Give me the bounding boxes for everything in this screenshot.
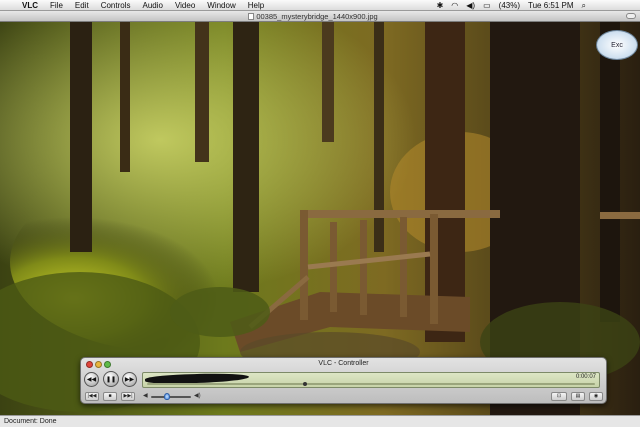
menu-audio[interactable]: Audio [136, 0, 168, 11]
stop-icon: ■ [108, 393, 112, 399]
pause-button[interactable]: ❚❚ [103, 371, 119, 387]
menubar-extras: ✱ ◠ ◀) ▭ (43%) Tue 6:51 PM ⌕ [433, 0, 640, 11]
fast-forward-button[interactable]: ▶▶ [122, 372, 137, 387]
volume-knob[interactable] [164, 393, 170, 400]
menu-vlc[interactable]: VLC [16, 0, 44, 11]
window-title: 00385_mysterybridge_1440x900.jpg [0, 11, 626, 22]
fullscreen-icon: ⊡ [556, 393, 562, 399]
bluetooth-icon[interactable]: ✱ [433, 0, 448, 11]
status-bar: Document: Done [0, 415, 640, 427]
menu-window[interactable]: Window [201, 0, 241, 11]
window-title-label: 00385_mysterybridge_1440x900.jpg [256, 11, 378, 21]
expose-bubble[interactable]: Exc [596, 30, 638, 60]
menu-help[interactable]: Help [242, 0, 270, 11]
menubar-clock[interactable]: Tue 6:51 PM [524, 0, 578, 11]
playlist-icon: ▤ [575, 393, 581, 399]
window-titlebar: 00385_mysterybridge_1440x900.jpg [0, 11, 640, 22]
battery-icon[interactable]: ▭ [479, 0, 495, 11]
previous-icon: |◀◀ [87, 393, 97, 399]
menu-edit[interactable]: Edit [69, 0, 95, 11]
next-button[interactable]: ▶▶| [121, 392, 135, 401]
controller-title: VLC - Controller [318, 360, 369, 367]
rewind-icon: ◀◀ [86, 377, 97, 383]
battery-percent: (43%) [498, 0, 520, 10]
position-slider[interactable] [147, 383, 595, 385]
menu-controls[interactable]: Controls [95, 0, 137, 11]
expose-label: Exc [611, 41, 623, 49]
elapsed-time: 0:00:07 [575, 374, 596, 380]
previous-button[interactable]: |◀◀ [85, 392, 99, 401]
toolbar-toggle-button[interactable] [626, 13, 636, 19]
volume-high-icon[interactable]: ◀) [194, 391, 201, 401]
options-icon: ◉ [593, 393, 599, 399]
next-icon: ▶▶| [123, 393, 133, 399]
status-text: Document: Done [4, 418, 57, 425]
document-icon [248, 12, 255, 20]
position-knob[interactable] [302, 382, 307, 386]
lcd-display: 0:00:07 [142, 372, 600, 388]
menu-video[interactable]: Video [169, 0, 201, 11]
volume-slider[interactable] [151, 396, 191, 398]
pause-icon: ❚❚ [105, 376, 117, 383]
fast-forward-icon: ▶▶ [124, 377, 135, 383]
stop-button[interactable]: ■ [103, 392, 117, 401]
menu-file[interactable]: File [44, 0, 69, 11]
playlist-button[interactable]: ▤ [571, 392, 585, 401]
rewind-button[interactable]: ◀◀ [84, 372, 99, 387]
volume-icon[interactable]: ◀) [462, 0, 479, 11]
options-button[interactable]: ◉ [589, 392, 603, 401]
spotlight-icon[interactable]: ⌕ [578, 0, 590, 11]
fullscreen-button[interactable]: ⊡ [551, 392, 567, 401]
volume-low-icon[interactable]: ◀ [143, 391, 148, 401]
vlc-controller: VLC - Controller ◀◀ ❚❚ ▶▶ 0:00:07 |◀◀ ■ … [80, 357, 607, 404]
menubar: VLC File Edit Controls Audio Video Windo… [0, 0, 640, 11]
wifi-icon[interactable]: ◠ [447, 0, 462, 11]
